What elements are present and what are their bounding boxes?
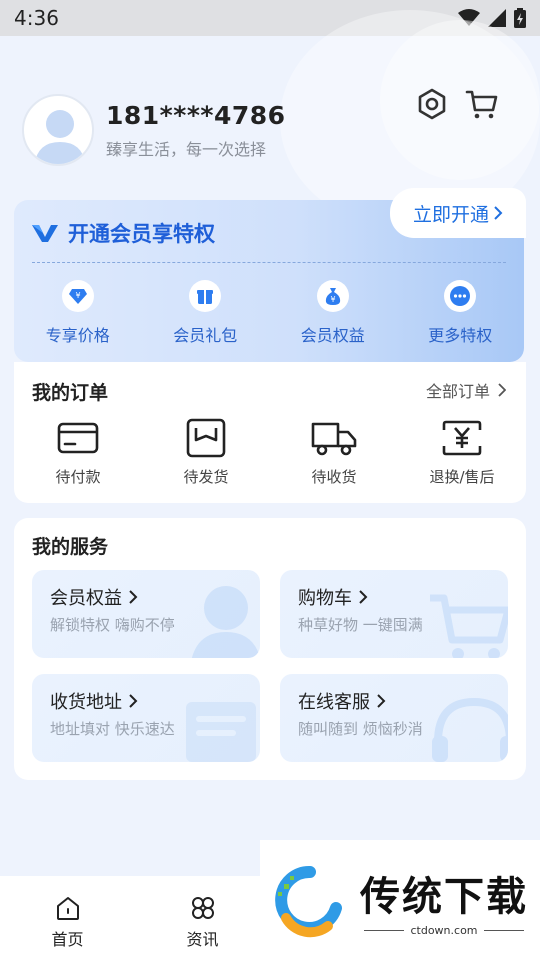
orders-title: 我的订单: [32, 382, 109, 404]
user-phone: 181****4786: [106, 100, 286, 130]
service-subtitle: 解锁特权 嗨购不停: [50, 616, 175, 634]
chevron-right-icon: [129, 590, 138, 604]
tab-news[interactable]: 资讯: [135, 876, 270, 960]
vip-logo-icon: [32, 225, 58, 242]
vip-title: 开通会员享特权: [32, 218, 215, 248]
cart-illustration-icon: [430, 594, 508, 658]
clover-icon: [191, 897, 214, 919]
chevron-right-icon: [359, 590, 368, 604]
order-pending-shipment[interactable]: 待发货: [142, 418, 270, 487]
orders-panel: 我的订单 全部订单 待付款 待发货 待收货 退换/售后: [14, 362, 526, 503]
signal-icon: [488, 9, 506, 27]
order-item-label: 退换/售后: [429, 468, 495, 486]
member-illustration-icon: [191, 586, 260, 658]
vip-item-benefits[interactable]: ¥ 会员权益: [269, 280, 397, 346]
more-icon: [444, 280, 477, 312]
order-pending-receipt[interactable]: 待收货: [270, 418, 398, 487]
chevron-right-icon: [494, 206, 503, 220]
service-customer-support[interactable]: 在线客服 随叫随到 烦恼秒消: [280, 674, 508, 762]
box-icon: [186, 418, 226, 458]
service-subtitle: 随叫随到 烦恼秒消: [298, 720, 423, 738]
service-title: 会员权益: [50, 588, 122, 609]
header-actions: [414, 86, 500, 122]
chevron-right-icon: [377, 694, 386, 708]
vip-item-label: 专享价格: [45, 326, 110, 345]
tab-label: 资讯: [186, 930, 219, 949]
watermark-logo-icon: [275, 865, 342, 938]
service-address[interactable]: 收货地址 地址填对 快乐速达: [32, 674, 260, 762]
user-slogan: 臻享生活，每一次选择: [106, 139, 267, 159]
home-icon: [56, 897, 79, 920]
price-icon: ¥: [61, 280, 94, 312]
service-title: 购物车: [298, 588, 352, 609]
watermark-url: ctdown.com: [410, 923, 478, 937]
vip-divider: [32, 262, 506, 263]
services-title: 我的服务: [32, 536, 109, 558]
service-member-benefits[interactable]: 会员权益 解锁特权 嗨购不停: [32, 570, 260, 658]
service-title: 在线客服: [298, 692, 370, 713]
status-time: 4:36: [14, 6, 59, 30]
money-bag-icon: ¥: [316, 280, 349, 312]
order-item-label: 待收货: [311, 468, 357, 486]
service-subtitle: 地址填对 快乐速达: [50, 720, 175, 738]
watermark-brand: 传统下载: [360, 873, 528, 920]
chevron-right-icon: [498, 383, 506, 397]
chevron-right-icon: [129, 694, 138, 708]
cart-icon: [465, 90, 498, 119]
vip-open-button[interactable]: 立即开通: [390, 188, 526, 238]
headset-illustration-icon: [432, 697, 508, 762]
vip-benefits: ¥ 专享价格 会员礼包 ¥ 会员权益 更多特权: [14, 280, 524, 346]
avatar[interactable]: [22, 94, 94, 166]
all-orders-link[interactable]: 全部订单: [426, 378, 506, 402]
vip-title-text: 开通会员享特权: [68, 222, 215, 246]
truck-icon: [311, 422, 357, 456]
vip-item-more[interactable]: 更多特权: [397, 280, 525, 346]
vip-item-price[interactable]: ¥ 专享价格: [14, 280, 142, 346]
vip-item-label: 会员权益: [300, 326, 365, 345]
order-item-label: 待发货: [183, 468, 229, 486]
order-item-label: 待付款: [55, 468, 101, 486]
card-icon: [57, 422, 99, 454]
order-pending-payment[interactable]: 待付款: [14, 418, 142, 487]
user-profile[interactable]: 181****4786 臻享生活，每一次选择: [22, 94, 286, 166]
settings-button[interactable]: [414, 86, 450, 122]
order-after-sales[interactable]: 退换/售后: [398, 418, 526, 487]
svg-text:¥: ¥: [75, 291, 80, 300]
yuan-icon: [442, 420, 482, 456]
default-avatar-icon: [34, 110, 86, 164]
tab-label: 首页: [51, 930, 84, 949]
gift-icon: [189, 280, 222, 312]
address-illustration-icon: [186, 702, 256, 762]
cart-button[interactable]: [464, 86, 500, 122]
vip-open-label: 立即开通: [412, 203, 489, 226]
watermark: 传统下载 ctdown.com: [260, 840, 540, 960]
settings-icon: [418, 88, 446, 120]
battery-icon: [514, 8, 526, 28]
tab-home[interactable]: 首页: [0, 876, 135, 960]
all-orders-label: 全部订单: [425, 382, 490, 401]
vip-item-gift[interactable]: 会员礼包: [142, 280, 270, 346]
vip-item-label: 会员礼包: [173, 326, 238, 345]
services-panel: 我的服务 会员权益 解锁特权 嗨购不停 购物车 种草好物 一键囤满 收货地址 地…: [14, 518, 526, 780]
service-subtitle: 种草好物 一键囤满: [298, 616, 423, 634]
svg-text:¥: ¥: [330, 295, 335, 304]
service-cart[interactable]: 购物车 种草好物 一键囤满: [280, 570, 508, 658]
vip-item-label: 更多特权: [428, 326, 493, 345]
order-status-list: 待付款 待发货 待收货 退换/售后: [14, 418, 526, 487]
service-title: 收货地址: [50, 692, 122, 713]
